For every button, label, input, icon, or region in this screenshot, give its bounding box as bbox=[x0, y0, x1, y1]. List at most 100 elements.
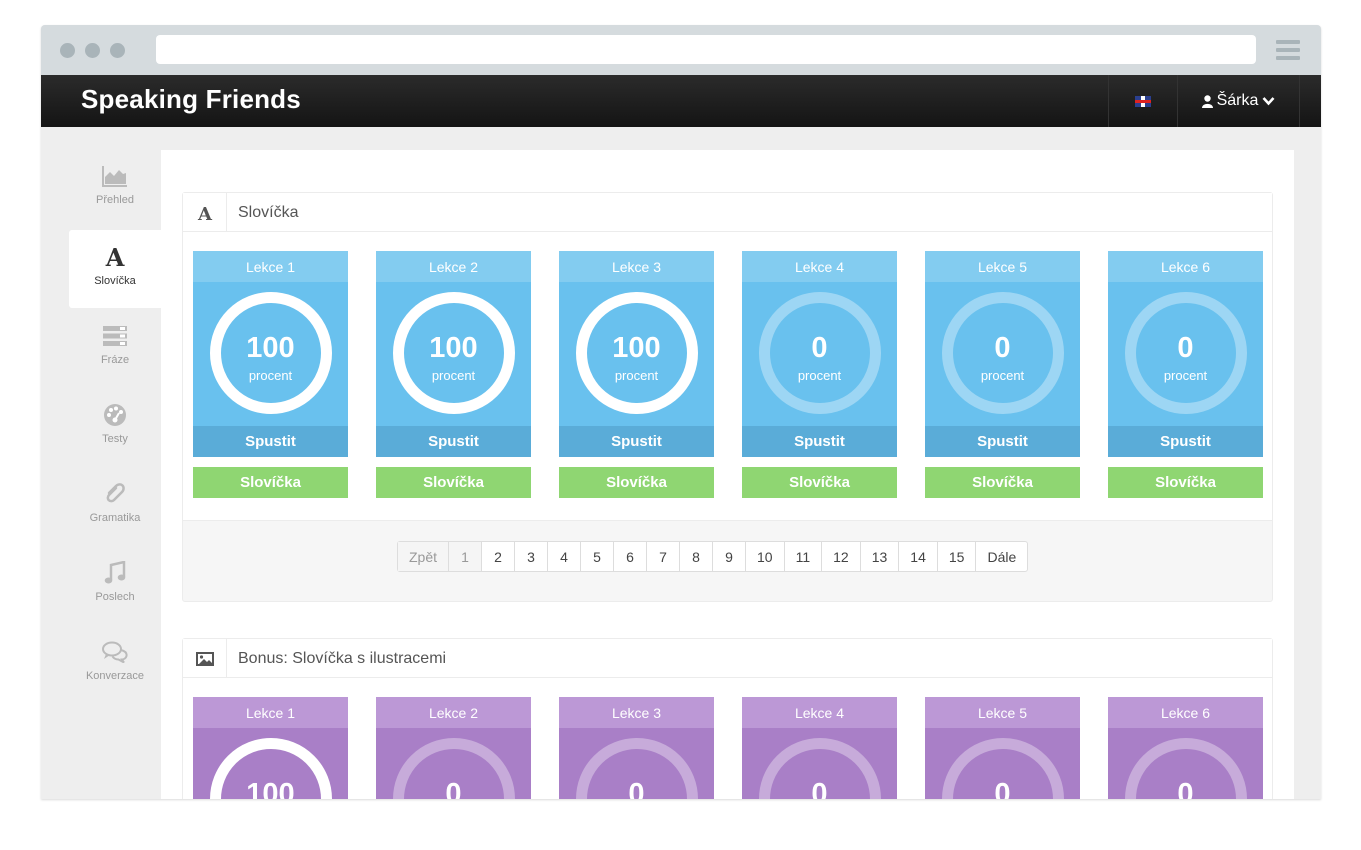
lesson-card: Lekce 2 100 procent Spustit Slovíčka bbox=[376, 251, 531, 498]
start-button[interactable]: Spustit bbox=[742, 426, 897, 457]
brand-logo[interactable]: Speaking Friends bbox=[81, 84, 301, 115]
pagination-next[interactable]: Dále bbox=[975, 542, 1027, 571]
lesson-card: Lekce 4 0 procent Spustit Slovíčka bbox=[742, 251, 897, 498]
lesson-label: Lekce 3 bbox=[559, 697, 714, 728]
letter-a-icon: A bbox=[197, 204, 213, 222]
progress-value: 0 bbox=[811, 778, 828, 799]
list-icon bbox=[103, 326, 127, 346]
progress-ring: 0 procent bbox=[1108, 282, 1263, 426]
progress-ring: 100 bbox=[193, 728, 348, 799]
start-button[interactable]: Spustit bbox=[925, 426, 1080, 457]
section-title: Bonus: Slovíčka s ilustracemi bbox=[238, 650, 447, 667]
user-menu[interactable]: Šárka bbox=[1178, 75, 1300, 127]
pagination-page[interactable]: 1 bbox=[448, 542, 482, 571]
user-icon bbox=[1201, 94, 1213, 108]
lesson-card: Lekce 3 100 procent Spustit Slovíčka bbox=[559, 251, 714, 498]
dashboard-icon bbox=[104, 404, 126, 426]
pagination-page[interactable]: 11 bbox=[783, 542, 822, 571]
start-button[interactable]: Spustit bbox=[376, 426, 531, 457]
words-button[interactable]: Slovíčka bbox=[742, 467, 897, 498]
pagination-page[interactable]: 8 bbox=[679, 542, 712, 571]
sidebar-item-poslech[interactable]: Poslech bbox=[69, 546, 161, 624]
lesson-label: Lekce 1 bbox=[193, 251, 348, 282]
window-maximize-dot[interactable] bbox=[110, 43, 125, 58]
words-button[interactable]: Slovíčka bbox=[193, 467, 348, 498]
lesson-label: Lekce 4 bbox=[742, 697, 897, 728]
lesson-card: Lekce 2 0 bbox=[376, 697, 531, 799]
section-title: Slovíčka bbox=[238, 204, 299, 221]
words-button[interactable]: Slovíčka bbox=[376, 467, 531, 498]
progress-unit: procent bbox=[797, 368, 842, 383]
lesson-label: Lekce 4 bbox=[742, 251, 897, 282]
pagination-page[interactable]: 3 bbox=[514, 542, 547, 571]
progress-value: 100 bbox=[246, 332, 295, 364]
sidebar-item-testy[interactable]: Testy bbox=[69, 388, 161, 466]
main-content: A Slovíčka Lekce 1 100 procent Spustit S… bbox=[161, 150, 1294, 799]
pagination-page[interactable]: 13 bbox=[859, 542, 899, 571]
lesson-label: Lekce 6 bbox=[1108, 697, 1263, 728]
sidebar-item-slovicka[interactable]: A Slovíčka bbox=[69, 230, 161, 308]
section-header: Bonus: Slovíčka s ilustracemi bbox=[183, 639, 1272, 678]
hamburger-menu-icon[interactable] bbox=[1276, 40, 1300, 60]
window-close-dot[interactable] bbox=[60, 43, 75, 58]
progress-ring: 100 procent bbox=[559, 282, 714, 426]
words-button[interactable]: Slovíčka bbox=[1108, 467, 1263, 498]
progress-value: 0 bbox=[994, 778, 1011, 799]
sidebar-item-label: Gramatika bbox=[89, 512, 141, 524]
language-switcher[interactable] bbox=[1108, 75, 1178, 127]
progress-ring: 100 procent bbox=[376, 282, 531, 426]
sidebar-item-prehled[interactable]: Přehled bbox=[69, 149, 161, 227]
area-chart-icon bbox=[102, 166, 127, 187]
sidebar-item-gramatika[interactable]: Gramatika bbox=[69, 467, 161, 545]
words-button[interactable]: Slovíčka bbox=[559, 467, 714, 498]
sidebar-item-fraze[interactable]: Fráze bbox=[69, 309, 161, 387]
sidebar-item-konverzace[interactable]: Konverzace bbox=[69, 625, 161, 703]
pagination-page[interactable]: 15 bbox=[936, 542, 976, 571]
progress-unit: procent bbox=[431, 368, 476, 383]
pagination-page[interactable]: 2 bbox=[481, 542, 514, 571]
progress-ring: 100 procent bbox=[193, 282, 348, 426]
start-button[interactable]: Spustit bbox=[193, 426, 348, 457]
lesson-label: Lekce 5 bbox=[925, 251, 1080, 282]
window-minimize-dot[interactable] bbox=[85, 43, 100, 58]
address-bar[interactable] bbox=[156, 35, 1256, 64]
lesson-card: Lekce 6 0 procent Spustit Slovíčka bbox=[1108, 251, 1263, 498]
progress-value: 100 bbox=[612, 332, 661, 364]
chevron-down-icon bbox=[1262, 97, 1275, 106]
progress-ring: 0 bbox=[559, 728, 714, 799]
lesson-card: Lekce 5 0 bbox=[925, 697, 1080, 799]
words-button[interactable]: Slovíčka bbox=[925, 467, 1080, 498]
pagination-page[interactable]: 10 bbox=[745, 542, 784, 571]
sidebar-item-label: Fráze bbox=[100, 354, 130, 366]
progress-unit: procent bbox=[980, 368, 1025, 383]
paperclip-icon bbox=[106, 483, 125, 503]
pagination-page[interactable]: 6 bbox=[613, 542, 646, 571]
sidebar-item-label: Přehled bbox=[96, 194, 134, 206]
pagination: Zpět 1 2 3 4 5 6 7 8 9 10 11 12 13 14 15… bbox=[397, 541, 1029, 572]
lesson-cards: Lekce 1 100 procent Spustit Slovíčka Lek… bbox=[183, 232, 1272, 521]
progress-value: 0 bbox=[811, 332, 828, 364]
pagination-page[interactable]: 4 bbox=[547, 542, 580, 571]
sidebar-item-label: Testy bbox=[102, 433, 128, 445]
sidebar: Přehled A Slovíčka Fráze Testy Gramatika… bbox=[41, 127, 161, 799]
progress-ring: 0 procent bbox=[925, 282, 1080, 426]
lesson-label: Lekce 6 bbox=[1108, 251, 1263, 282]
pagination-page[interactable]: 9 bbox=[712, 542, 745, 571]
lesson-card: Lekce 6 0 bbox=[1108, 697, 1263, 799]
letter-a-icon: A bbox=[105, 245, 125, 269]
lesson-card: Lekce 3 0 bbox=[559, 697, 714, 799]
pagination-page[interactable]: 14 bbox=[898, 542, 937, 571]
start-button[interactable]: Spustit bbox=[1108, 426, 1263, 457]
browser-window: Speaking Friends Šárka Přehled A Slovíčk… bbox=[41, 25, 1321, 799]
start-button[interactable]: Spustit bbox=[559, 426, 714, 457]
pagination-page[interactable]: 12 bbox=[821, 542, 860, 571]
pagination-prev[interactable]: Zpět bbox=[398, 542, 449, 571]
sidebar-item-label: Konverzace bbox=[85, 670, 145, 682]
progress-value: 100 bbox=[429, 332, 478, 364]
pagination-page[interactable]: 7 bbox=[646, 542, 679, 571]
section-bonus: Bonus: Slovíčka s ilustracemi Lekce 1 10… bbox=[182, 638, 1273, 799]
pagination-page[interactable]: 5 bbox=[580, 542, 613, 571]
lesson-card: Lekce 4 0 bbox=[742, 697, 897, 799]
lesson-label: Lekce 1 bbox=[193, 697, 348, 728]
lesson-card: Lekce 1 100 bbox=[193, 697, 348, 799]
